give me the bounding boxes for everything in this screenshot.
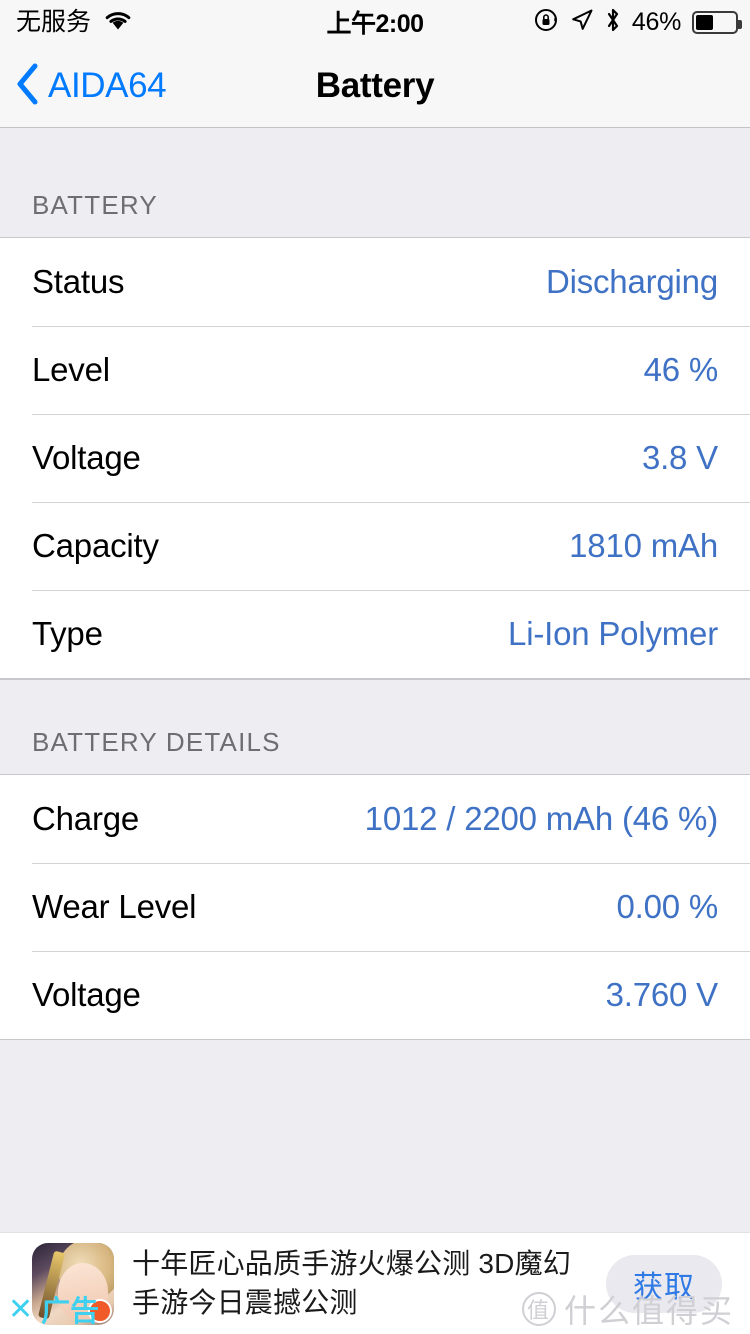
row-label: Voltage [32, 439, 141, 476]
close-icon: ✕ [8, 1292, 34, 1326]
table-row[interactable]: Level 46 % [0, 326, 750, 414]
status-bar: 无服务 上午2:00 46% [0, 0, 750, 44]
ad-label: 广告 [41, 1296, 100, 1328]
row-value: 1810 mAh [569, 527, 718, 564]
row-value: Discharging [545, 263, 718, 300]
row-label: Status [32, 263, 125, 300]
table-row[interactable]: Wear Level 0.00 % [0, 863, 750, 951]
bluetooth-icon [605, 7, 621, 38]
row-label: Level [32, 351, 110, 388]
table-row[interactable]: Charge 1012 / 2200 mAh (46 %) [0, 775, 750, 863]
table-group-0: Status Discharging Level 46 % Voltage 3.8 V Ca… [0, 238, 750, 678]
section-header-0: BATTERY [0, 128, 750, 238]
ad-text: 十年匠心品质手游火爆公测 3D魔幻手游今日震撼公测 [132, 1247, 571, 1318]
row-value: 1012 / 2200 mAh (46 %) [364, 800, 719, 837]
section-header-label: BATTERY [32, 190, 158, 220]
row-value: Li-Ion Polymer [508, 615, 718, 652]
phone-screen: 无服务 上午2:00 46% AIDA64 Battery BATTERY St… [0, 0, 750, 1334]
settings-table: BATTERY Status Discharging Level 46 % Voltage… [0, 128, 750, 1040]
table-group-1: Charge 1012 / 2200 mAh (46 %) Wear Level 0.… [0, 775, 750, 1039]
ad-close-button[interactable]: ✕ 广告 [8, 1288, 99, 1330]
row-label: Type [32, 615, 103, 652]
rotation-lock-icon [533, 7, 559, 38]
page-title-label: Battery [315, 66, 435, 105]
table-row[interactable]: Status Discharging [0, 238, 750, 326]
row-label: Capacity [32, 527, 159, 564]
row-value: 3.760 V [605, 976, 719, 1013]
section-header-label: BATTERY DETAILS [32, 727, 281, 757]
ad-get-button[interactable]: 获取 [606, 1254, 722, 1313]
location-arrow-icon [570, 8, 594, 37]
page-title: Battery [0, 44, 750, 128]
row-label: Charge [32, 800, 140, 837]
row-value: 0.00 % [616, 888, 718, 925]
row-label: Voltage [32, 976, 141, 1013]
ad-get-button-label: 获取 [633, 1270, 695, 1304]
ad-banner[interactable]: 十年匠心品质手游火爆公测 3D魔幻手游今日震撼公测 获取 ✕ 广告 值 什么值得… [0, 1232, 750, 1334]
table-row[interactable]: Voltage 3.8 V [0, 414, 750, 502]
navigation-bar: AIDA64 Battery [0, 44, 750, 128]
row-label: Wear Level [32, 888, 197, 925]
status-bar-right: 46% [533, 0, 742, 44]
battery-percent-label: 46% [631, 7, 681, 36]
row-value: 3.8 V [641, 439, 718, 476]
clock-label: 上午2:00 [326, 10, 424, 38]
section-header-1: BATTERY DETAILS [0, 679, 750, 775]
table-background-filler [0, 1040, 750, 1232]
table-row[interactable]: Type Li-Ion Polymer [0, 590, 750, 678]
row-value: 46 % [643, 351, 719, 388]
table-row[interactable]: Capacity 1810 mAh [0, 502, 750, 590]
table-row[interactable]: Voltage 3.760 V [0, 951, 750, 1039]
battery-icon [692, 10, 742, 34]
